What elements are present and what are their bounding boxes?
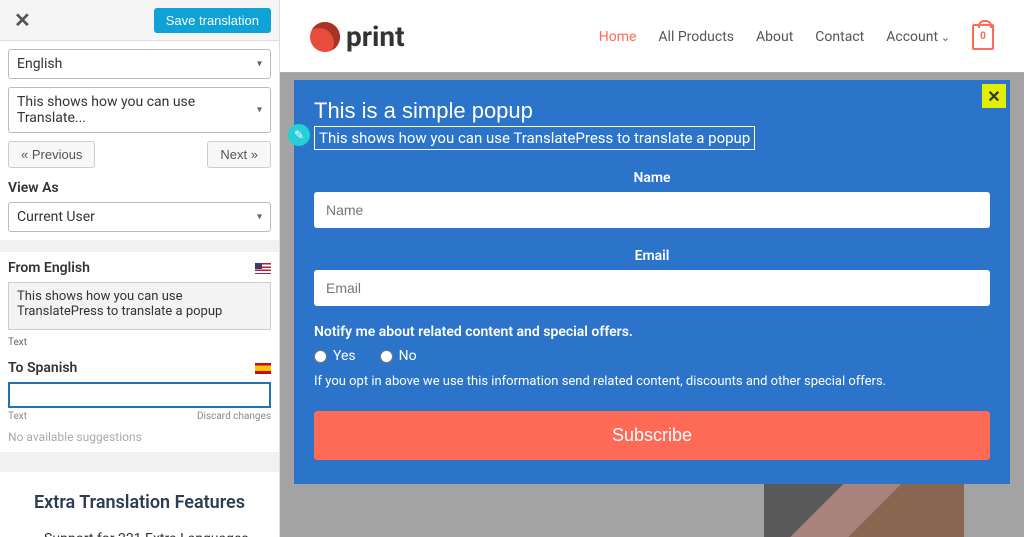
nav-all-products[interactable]: All Products [658,29,734,45]
extra-feature-item: Support for 221 Extra Languages [44,531,255,537]
view-as-label: View As [8,180,271,196]
suggestions-label: No available suggestions [8,430,271,444]
sidebar-header: ✕ Save translation [0,0,279,41]
site-header: print Home All Products About Contact Ac… [280,0,1024,73]
notify-radio-group: Yes No [314,348,990,364]
target-type-label: Text [8,411,27,422]
extra-features-block: Extra Translation Features Support for 2… [0,472,279,537]
us-flag-icon [255,263,271,274]
logo-icon [310,22,340,52]
nav-home[interactable]: Home [599,29,637,45]
name-label: Name [314,170,990,186]
translation-input[interactable] [8,382,271,408]
site-logo[interactable]: print [310,20,405,53]
cart-icon[interactable]: 0 [972,24,994,50]
view-as-select[interactable]: Current User [8,202,271,232]
discard-changes-link[interactable]: Discard changes [197,411,271,422]
nav-contact[interactable]: Contact [815,29,864,45]
translation-sidebar: ✕ Save translation English This shows ho… [0,0,280,537]
previous-button[interactable]: « Previous [8,141,95,168]
save-button[interactable]: Save translation [154,8,271,33]
radio-yes[interactable]: Yes [314,348,356,364]
from-language-label: From English [8,260,90,276]
site-nav: Home All Products About Contact Account … [599,24,994,50]
es-flag-icon [255,363,271,374]
notify-label: Notify me about related content and spec… [314,324,990,340]
popup-subtitle[interactable]: This shows how you can use TranslatePres… [314,126,755,150]
popup-modal: ✕ This is a simple popup This shows how … [294,80,1010,484]
logo-text: print [346,20,405,53]
name-input[interactable] [314,192,990,228]
email-input[interactable] [314,270,990,306]
to-language-label: To Spanish [8,360,77,376]
source-type-label: Text [8,337,271,348]
string-select[interactable]: This shows how you can use Translate... [8,87,271,133]
email-label: Email [314,248,990,264]
subscribe-button[interactable]: Subscribe [314,411,990,460]
popup-title: This is a simple popup [314,98,990,124]
opt-in-disclaimer: If you opt in above we use this informat… [314,374,990,389]
language-select[interactable]: English [8,49,271,79]
close-icon[interactable]: ✕ [8,6,37,34]
extra-features-title: Extra Translation Features [24,492,255,513]
source-text: This shows how you can use TranslatePres… [8,282,271,330]
nav-account[interactable]: Account [886,29,950,45]
next-button[interactable]: Next » [207,141,271,168]
popup-close-button[interactable]: ✕ [982,84,1006,108]
nav-about[interactable]: About [756,29,793,45]
radio-no[interactable]: No [380,348,417,364]
site-preview: print Home All Products About Contact Ac… [280,0,1024,537]
edit-pencil-icon[interactable]: ✎ [288,124,310,146]
